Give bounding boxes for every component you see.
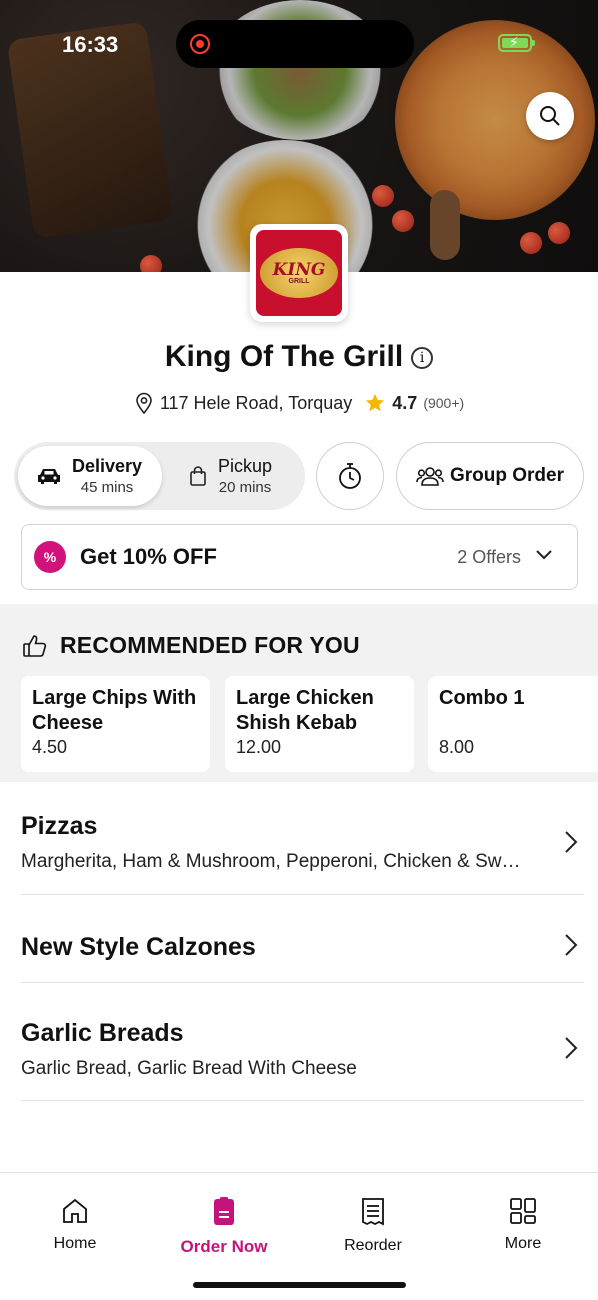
restaurant-logo: KING GRILL — [250, 224, 348, 322]
discount-badge-icon: % — [34, 541, 66, 573]
nav-label: Order Now — [180, 1237, 268, 1256]
category-name: New Style Calzones — [21, 933, 256, 961]
category-name: Pizzas — [21, 812, 98, 840]
status-time: 16:33 — [62, 32, 119, 57]
nav-order-now[interactable]: Order Now — [164, 1197, 284, 1257]
recommended-item[interactable]: Large Chips With Cheese 4.50 — [21, 676, 210, 772]
pickup-option[interactable]: Pickup 20 mins — [180, 446, 300, 506]
info-icon[interactable]: i — [411, 347, 434, 369]
recommended-title: RECOMMENDED FOR YOU — [60, 632, 360, 658]
recommended-item-price: 8.00 — [439, 737, 475, 757]
group-people-icon — [416, 467, 444, 486]
recommended-item[interactable]: Combo 1 8.00 — [428, 676, 598, 772]
thumbs-up-icon — [23, 634, 47, 657]
rating-value: 4.7 — [392, 392, 418, 413]
recommended-header: RECOMMENDED FOR YOU — [22, 632, 360, 659]
recommended-section: RECOMMENDED FOR YOU Large Chips With Che… — [0, 604, 598, 782]
star-icon — [366, 393, 385, 412]
nav-home[interactable]: Home — [15, 1197, 135, 1253]
grid-icon — [510, 1198, 536, 1224]
address-rating-row: 117 Hele Road, Torquay 4.7 (900+) — [0, 392, 598, 414]
category-description: Margherita, Ham & Mushroom, Pepperoni, C… — [21, 851, 521, 872]
nav-reorder[interactable]: Reorder — [313, 1197, 433, 1255]
order-mode-toggle: Delivery 45 mins Pickup 20 mins — [14, 442, 305, 510]
home-indicator — [193, 1282, 406, 1288]
delivery-time: 45 mins — [80, 479, 134, 496]
restaurant-name: King Of The Grill — [164, 340, 404, 373]
group-order-button[interactable]: Group Order — [396, 442, 584, 510]
recommended-item[interactable]: Large Chicken Shish Kebab 12.00 — [225, 676, 414, 772]
logo-subtext: GRILL — [288, 277, 310, 285]
chevron-down-icon — [536, 550, 552, 560]
chevron-right-icon — [565, 1037, 578, 1059]
recommended-item-name: Combo 1 — [439, 687, 525, 709]
location-pin-icon — [136, 392, 152, 414]
search-icon — [540, 106, 560, 126]
chevron-right-icon — [565, 831, 578, 853]
charging-bolt-icon: ⚡ — [509, 34, 519, 50]
dynamic-island — [176, 20, 414, 68]
offer-count: 2 Offers — [457, 546, 521, 567]
nav-label: More — [504, 1235, 542, 1252]
nav-more[interactable]: More — [463, 1197, 583, 1253]
restaurant-title: King Of The Grill i — [0, 340, 598, 374]
recommended-item-name: Large Chips With Cheese — [32, 687, 197, 734]
shopping-bag-icon — [190, 466, 206, 486]
category-description: Garlic Bread, Garlic Bread With Cheese — [21, 1058, 357, 1079]
recommended-item-price: 4.50 — [32, 737, 68, 757]
category-garlic-breads[interactable]: Garlic Breads Garlic Bread, Garlic Bread… — [21, 983, 584, 1101]
offer-headline: Get 10% OFF — [80, 544, 217, 569]
car-icon — [38, 469, 60, 484]
stopwatch-icon — [339, 463, 361, 489]
receipt-icon — [362, 1198, 384, 1226]
bottom-navigation: Home Order Now Reorder More — [0, 1172, 598, 1300]
pickup-time: 20 mins — [218, 479, 272, 496]
restaurant-address: 117 Hele Road, Torquay — [159, 392, 353, 413]
schedule-button[interactable] — [316, 442, 384, 510]
offers-banner[interactable]: % Get 10% OFF 2 Offers — [21, 524, 578, 590]
category-name: Garlic Breads — [21, 1019, 184, 1047]
group-order-label: Group Order — [449, 465, 564, 486]
rating-count: (900+) — [423, 395, 465, 411]
category-pizzas[interactable]: Pizzas Margherita, Ham & Mushroom, Peppe… — [21, 812, 584, 895]
nav-label: Home — [53, 1235, 97, 1252]
order-icon — [214, 1197, 234, 1225]
pickup-label: Pickup — [218, 456, 273, 476]
recommended-item-name: Large Chicken Shish Kebab — [236, 687, 374, 734]
delivery-option[interactable]: Delivery 45 mins — [18, 446, 162, 506]
home-icon — [63, 1198, 87, 1223]
recommended-item-price: 12.00 — [236, 737, 282, 757]
recording-icon — [190, 34, 210, 54]
nav-label: Reorder — [344, 1237, 402, 1254]
category-new-style-calzones[interactable]: New Style Calzones — [21, 895, 584, 983]
battery-icon: ⚡ — [498, 34, 535, 52]
logo-text: KING — [272, 259, 326, 280]
search-button[interactable] — [526, 92, 574, 140]
chevron-right-icon — [565, 934, 578, 956]
delivery-label: Delivery — [72, 456, 143, 476]
